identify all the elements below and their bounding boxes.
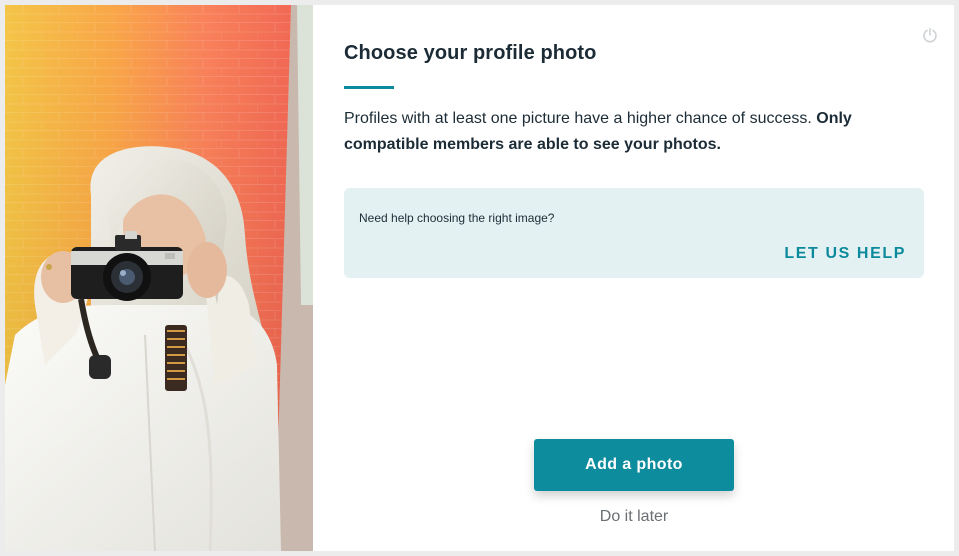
profile-photo-modal: Choose your profile photo Profiles with … bbox=[5, 5, 954, 551]
power-icon[interactable] bbox=[922, 27, 938, 43]
do-it-later-link[interactable]: Do it later bbox=[534, 508, 734, 526]
help-prompt: Need help choosing the right image? bbox=[359, 211, 555, 225]
intro-text: Profiles with at least one picture have … bbox=[344, 110, 812, 127]
help-box: Need help choosing the right image? LET … bbox=[344, 188, 924, 278]
add-photo-button[interactable]: Add a photo bbox=[534, 439, 734, 491]
profile-hero-photo bbox=[5, 5, 313, 551]
intro-paragraph: Profiles with at least one picture have … bbox=[344, 106, 904, 158]
title-underline bbox=[344, 86, 394, 89]
profile-photo-panel: Choose your profile photo Profiles with … bbox=[313, 5, 954, 551]
let-us-help-link[interactable]: LET US HELP bbox=[784, 245, 906, 263]
page-title: Choose your profile photo bbox=[344, 42, 597, 64]
